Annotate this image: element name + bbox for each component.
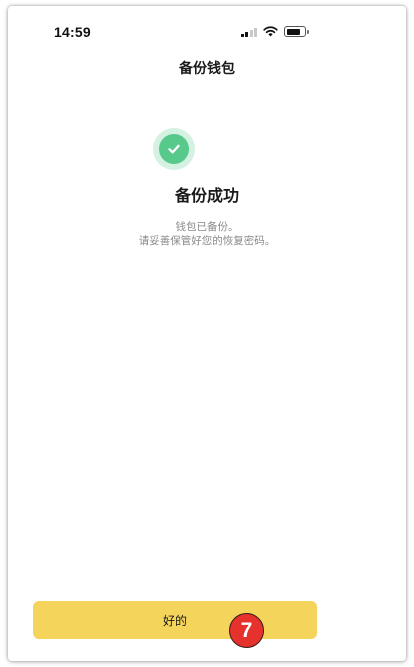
status-bar: 14:59 [8, 6, 406, 58]
status-icons [240, 26, 309, 37]
ok-button[interactable]: 好的 [33, 601, 317, 639]
check-circle-icon [153, 128, 195, 170]
success-title: 备份成功 [174, 186, 239, 205]
phone-screen: 14:59 备份钱包 备份成功 钱包已备份。 请妥善保管好您的恢复密码。 好的 … [8, 6, 406, 661]
wifi-icon [263, 26, 278, 37]
cellular-signal-icon [240, 27, 257, 37]
status-time: 14:59 [54, 24, 91, 40]
page-title: 备份钱包 [179, 61, 235, 77]
success-message-line-2: 请妥善保管好您的恢复密码。 [138, 235, 276, 247]
battery-icon [284, 26, 309, 37]
success-message-line-1: 钱包已备份。 [175, 221, 239, 233]
success-message: 钱包已备份。 请妥善保管好您的恢复密码。 [8, 220, 406, 248]
step-number-badge: 7 [229, 613, 264, 648]
